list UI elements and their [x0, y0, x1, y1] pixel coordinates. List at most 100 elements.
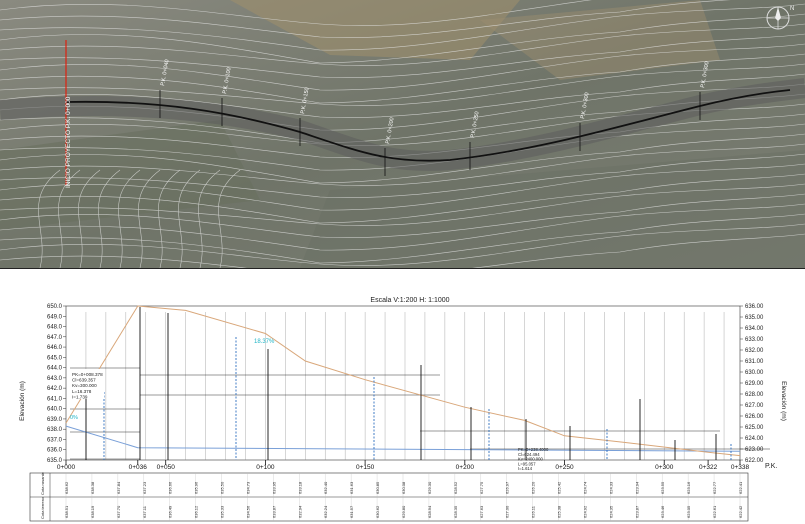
guitar-value: 628.35: [453, 505, 458, 518]
profile-view: Escala V:1:200 H: 1:1000 Elevación (m) E…: [0, 268, 805, 524]
right-tick-label: 628.00: [745, 392, 764, 398]
left-tick-label: 644.0: [47, 366, 63, 372]
guitar-value: 638.38: [90, 481, 95, 494]
right-axis-label: Elevación (m): [780, 381, 787, 421]
guitar-value: 632.94: [297, 505, 302, 518]
left-tick-label: 642.0: [47, 386, 63, 392]
left-tick-label: 637.0: [47, 437, 63, 443]
profile-chart: Escala V:1:200 H: 1:1000 Elevación (m) E…: [19, 297, 787, 522]
left-tick-label: 636.0: [47, 448, 63, 454]
annotation-line: L=16.378: [72, 389, 92, 394]
guitar-value: 623.94: [634, 481, 639, 494]
guitar-value: 622.61: [712, 505, 717, 518]
right-tick-label: 624.00: [745, 436, 764, 442]
x-tick-label: 0+036: [129, 464, 148, 471]
guitar-value: 637.84: [116, 481, 121, 494]
guitar-value: 636.66: [168, 481, 173, 494]
series-line: [65, 305, 741, 457]
guitar-value: 636.49: [168, 505, 173, 518]
guitar-value: 635.96: [194, 481, 199, 494]
guitar-value: 630.08: [401, 481, 406, 494]
guitar-value: 625.42: [557, 481, 562, 494]
right-tick-label: 633.00: [745, 337, 764, 343]
guitar-value: 627.00: [505, 505, 510, 518]
profile-series: [65, 305, 741, 457]
right-tick-label: 626.00: [745, 414, 764, 420]
guitar-value: 630.85: [375, 481, 380, 494]
guitar-value: 633.95: [271, 481, 276, 494]
left-grade-label: 0%: [70, 415, 78, 421]
right-tick-label: 636.00: [745, 304, 764, 310]
left-tick-label: 638.0: [47, 427, 63, 433]
guitar-value: 624.33: [608, 481, 613, 494]
curve-annotation: PK=0+008.378Cl=639.357Kv=300.000L=16.378…: [70, 369, 104, 399]
series-line: [65, 425, 741, 452]
right-tick-label: 623.00: [745, 447, 764, 453]
guitar-value: 638.62: [64, 481, 69, 494]
right-tick-label: 630.00: [745, 370, 764, 376]
right-tick-label: 632.00: [745, 348, 764, 354]
left-tick-label: 641.0: [47, 396, 63, 402]
guitar-value: 623.46: [660, 505, 665, 518]
annotation-line: Kv=300.000: [72, 383, 97, 388]
x-tick-label: 0+300: [655, 464, 674, 471]
annotation-line: Cl=639.357: [72, 378, 96, 383]
guitar-value: 626.97: [505, 481, 510, 494]
guitar-value: 638.51: [64, 505, 69, 518]
left-tick-label: 646.0: [47, 345, 63, 351]
left-tick-label: 647.0: [47, 335, 63, 341]
guitar-value: 624.92: [582, 505, 587, 518]
annotation-line: PK=0+008.378: [72, 372, 103, 377]
guitar-value: 638.19: [90, 505, 95, 518]
left-tick-label: 640.0: [47, 407, 63, 413]
scale-title: Escala V:1:200 H: 1:1000: [370, 297, 449, 304]
guitar-value: 633.87: [271, 505, 276, 518]
guitar-value: 630.62: [375, 505, 380, 518]
right-tick-label: 631.00: [745, 359, 764, 365]
guitar-value: 622.77: [712, 481, 717, 494]
guitar-value: 627.63: [479, 505, 484, 518]
x-tick-label: 0+000: [57, 464, 76, 471]
left-tick-label: 639.0: [47, 417, 63, 423]
pk-label: P.K.: [765, 463, 777, 470]
guitar-value: 622.42: [738, 505, 743, 518]
right-axis-ticks: 636.00 635.00 634.00 633.00 632.00 631.00 630.…: [740, 304, 764, 464]
guitar-value: 623.87: [634, 505, 639, 518]
guitar-value: 635.33: [220, 505, 225, 518]
guitar-value: 631.63: [349, 481, 354, 494]
left-tick-label: 649.0: [47, 314, 63, 320]
guitar-value: 629.80: [401, 505, 406, 518]
guitar-value: 624.35: [608, 505, 613, 518]
guitar-value: 628.94: [427, 505, 432, 518]
curve-annotation-right: PK=0+238.4000Cl=624.494Kv=2400.000L=95.0…: [518, 447, 549, 471]
annotation-line: I=1.614: [518, 466, 533, 471]
left-tick-label: 643.0: [47, 376, 63, 382]
left-tick-label: 650.0: [47, 304, 63, 310]
guitar-value: 637.23: [142, 481, 147, 494]
x-tick-label: 0+100: [256, 464, 275, 471]
guitar-value: 635.50: [220, 481, 225, 494]
guitar-value: 623.05: [686, 505, 691, 518]
x-tick-label: 0+150: [356, 464, 375, 471]
alignment-start-label: INICIO PROYECTO P.K. 0+000: [65, 96, 72, 188]
guitar-value: 623.16: [686, 481, 691, 494]
x-tick-label: 0+050: [157, 464, 176, 471]
guitar-value: 632.24: [323, 505, 328, 518]
guitar-value: 626.11: [531, 505, 536, 518]
right-tick-label: 635.00: [745, 315, 764, 321]
grade-label: 18.37%: [254, 339, 275, 345]
guitar-row-label: Cota rasante: [40, 471, 45, 495]
right-tick-label: 634.00: [745, 326, 764, 332]
guitar-value: 623.55: [660, 481, 665, 494]
guitar-value: 626.20: [531, 481, 536, 494]
guitar-value: 637.11: [142, 505, 147, 518]
station-verticals: [85, 307, 732, 460]
x-tick-label: 0+322: [699, 464, 718, 471]
guitar-value: 634.56: [245, 505, 250, 518]
left-axis-ticks: 650.0 649.0 648.0 647.0 646.0 645.0 644.0 643.0…: [47, 304, 66, 464]
annotation-line: I=1.739: [72, 394, 88, 399]
guitar-value: 622.41: [738, 481, 743, 494]
guitar-value: 629.30: [427, 481, 432, 494]
guitar-value: 628.52: [453, 481, 458, 494]
plot-frame: [65, 305, 741, 461]
